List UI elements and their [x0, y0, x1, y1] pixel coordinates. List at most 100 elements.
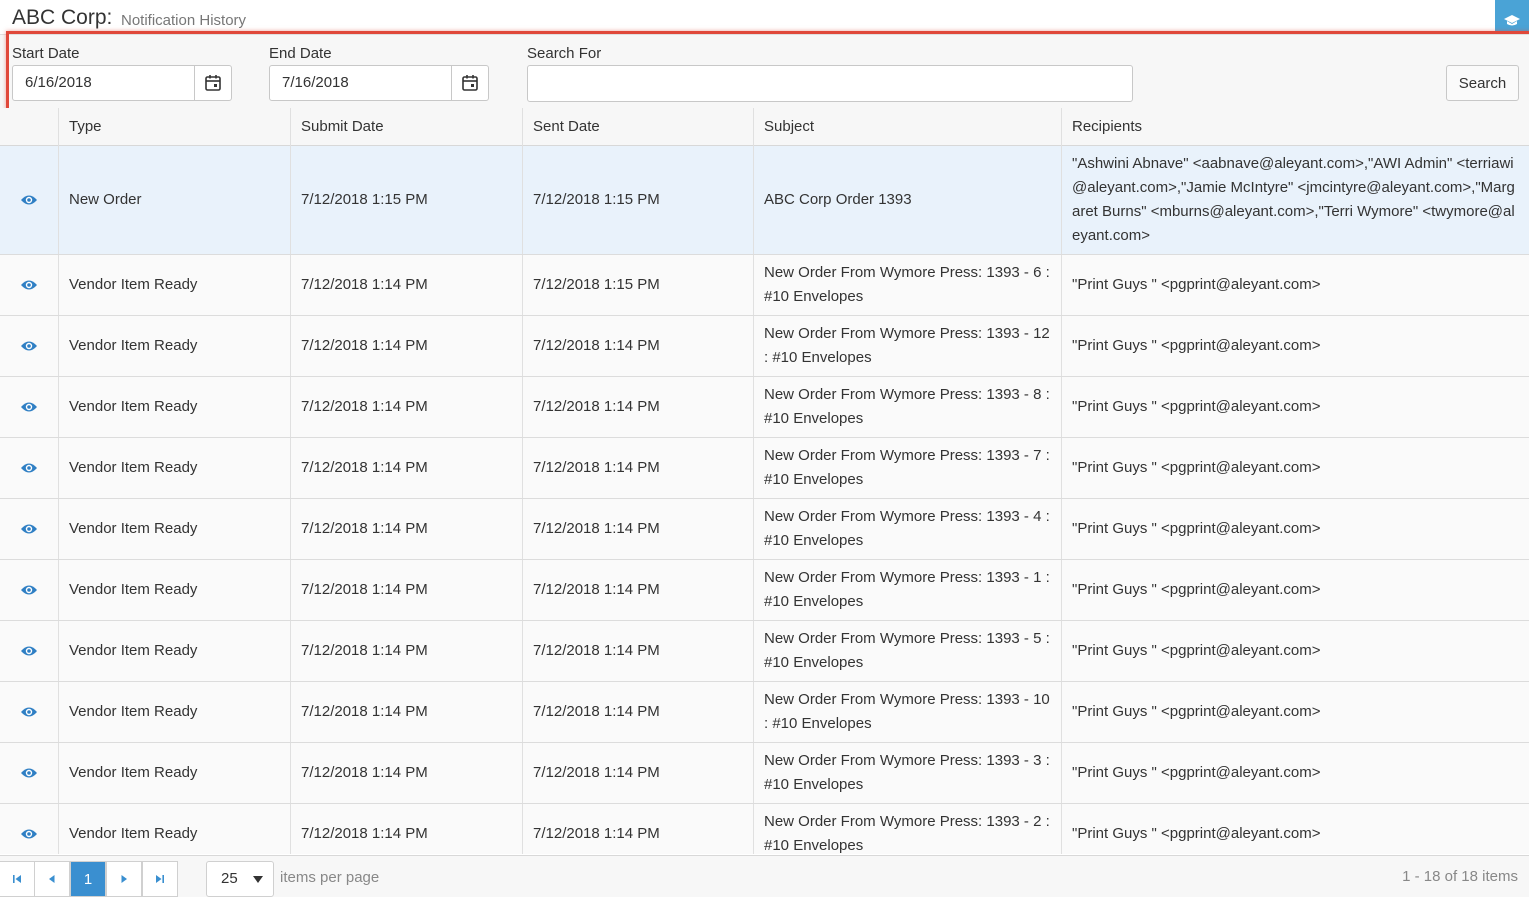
cell-subject-text: New Order From Wymore Press: 1393 - 5 : … [764, 630, 1050, 671]
cell-sent-date: 7/12/2018 1:14 PM [522, 682, 753, 742]
table-row[interactable]: Vendor Item Ready 7/12/2018 1:14 PM 7/12/2… [0, 682, 1529, 743]
row-view-cell[interactable] [0, 255, 58, 315]
page-size-select[interactable]: 25 [206, 861, 274, 897]
row-view-cell[interactable] [0, 146, 58, 254]
cell-submit-date: 7/12/2018 1:14 PM [290, 804, 522, 854]
cell-type-text: Vendor Item Ready [69, 642, 198, 659]
cell-type-text: Vendor Item Ready [69, 337, 198, 354]
cell-submit-date: 7/12/2018 1:14 PM [290, 743, 522, 803]
eye-icon[interactable] [20, 194, 38, 206]
start-date-picker[interactable]: 6/16/2018 [12, 65, 232, 101]
cell-sent-date: 7/12/2018 1:15 PM [522, 255, 753, 315]
table-row[interactable]: Vendor Item Ready 7/12/2018 1:14 PM 7/12/2… [0, 377, 1529, 438]
cell-recipients-text: "Print Guys " <pgprint@aleyant.com> [1072, 703, 1321, 720]
eye-icon[interactable] [20, 584, 38, 596]
cell-recipients-text: "Print Guys " <pgprint@aleyant.com> [1072, 276, 1321, 293]
cell-type-text: Vendor Item Ready [69, 703, 198, 720]
cell-type-text: Vendor Item Ready [69, 459, 198, 476]
cell-recipients-text: "Print Guys " <pgprint@aleyant.com> [1072, 520, 1321, 537]
cell-sent-date: 7/12/2018 1:14 PM [522, 499, 753, 559]
end-date-value[interactable]: 7/16/2018 [282, 74, 349, 91]
eye-icon[interactable] [20, 401, 38, 413]
search-for-label: Search For [527, 45, 602, 62]
column-header-submit-date[interactable]: Submit Date [290, 108, 522, 146]
cell-subject-text: New Order From Wymore Press: 1393 - 2 : … [764, 813, 1050, 854]
cell-recipients: "Print Guys " <pgprint@aleyant.com> [1061, 560, 1529, 620]
row-view-cell[interactable] [0, 560, 58, 620]
chevron-down-icon [253, 876, 263, 883]
eye-icon[interactable] [20, 340, 38, 352]
cell-submit-date-text: 7/12/2018 1:15 PM [301, 191, 428, 208]
cell-submit-date: 7/12/2018 1:14 PM [290, 438, 522, 498]
cell-submit-date: 7/12/2018 1:14 PM [290, 255, 522, 315]
cell-type: Vendor Item Ready [58, 377, 290, 437]
first-page-icon [13, 875, 21, 883]
cell-sent-date-text: 7/12/2018 1:14 PM [533, 825, 660, 842]
cell-recipients: "Print Guys " <pgprint@aleyant.com> [1061, 743, 1529, 803]
page-size-value: 25 [221, 870, 238, 887]
column-header-type[interactable]: Type [58, 108, 290, 146]
column-header-subject[interactable]: Subject [753, 108, 1061, 146]
cell-subject-text: New Order From Wymore Press: 1393 - 4 : … [764, 508, 1050, 549]
cell-sent-date-text: 7/12/2018 1:15 PM [533, 276, 660, 293]
eye-icon[interactable] [20, 645, 38, 657]
table-row[interactable]: Vendor Item Ready 7/12/2018 1:14 PM 7/12/2… [0, 255, 1529, 316]
row-view-cell[interactable] [0, 804, 58, 854]
table-row[interactable]: Vendor Item Ready 7/12/2018 1:14 PM 7/12/2… [0, 316, 1529, 377]
cell-type-text: Vendor Item Ready [69, 825, 198, 842]
row-view-cell[interactable] [0, 743, 58, 803]
cell-subject: New Order From Wymore Press: 1393 - 12 :… [753, 316, 1061, 376]
eye-icon[interactable] [20, 828, 38, 840]
table-row[interactable]: Vendor Item Ready 7/12/2018 1:14 PM 7/12/2… [0, 438, 1529, 499]
column-header-recipients[interactable]: Recipients [1061, 108, 1529, 146]
cell-type: Vendor Item Ready [58, 316, 290, 376]
search-button[interactable]: Search [1446, 65, 1519, 101]
table-row[interactable]: Vendor Item Ready 7/12/2018 1:14 PM 7/12/2… [0, 804, 1529, 854]
start-date-calendar-button[interactable] [194, 66, 231, 100]
table-row[interactable]: Vendor Item Ready 7/12/2018 1:14 PM 7/12/2… [0, 560, 1529, 621]
cell-submit-date: 7/12/2018 1:14 PM [290, 377, 522, 437]
company-name: ABC Corp: [12, 6, 113, 29]
column-header-sent-date[interactable]: Sent Date [522, 108, 753, 146]
row-view-cell[interactable] [0, 377, 58, 437]
eye-icon[interactable] [20, 767, 38, 779]
end-date-picker[interactable]: 7/16/2018 [269, 65, 489, 101]
eye-icon[interactable] [20, 279, 38, 291]
cell-submit-date-text: 7/12/2018 1:14 PM [301, 581, 428, 598]
search-input[interactable] [527, 65, 1133, 102]
cell-type-text: Vendor Item Ready [69, 398, 198, 415]
cell-recipients-text: "Print Guys " <pgprint@aleyant.com> [1072, 337, 1321, 354]
cell-recipients: "Print Guys " <pgprint@aleyant.com> [1061, 377, 1529, 437]
start-date-value[interactable]: 6/16/2018 [25, 74, 92, 91]
table-row[interactable]: Vendor Item Ready 7/12/2018 1:14 PM 7/12/2… [0, 621, 1529, 682]
eye-icon[interactable] [20, 523, 38, 535]
cell-submit-date: 7/12/2018 1:14 PM [290, 499, 522, 559]
next-page-button[interactable] [106, 861, 142, 897]
row-view-cell[interactable] [0, 438, 58, 498]
cell-type: Vendor Item Ready [58, 804, 290, 854]
cell-recipients: "Print Guys " <pgprint@aleyant.com> [1061, 682, 1529, 742]
table-row[interactable]: New Order 7/12/2018 1:15 PM 7/12/2018 1:15… [0, 146, 1529, 255]
page-1-button[interactable]: 1 [70, 861, 106, 897]
calendar-icon [462, 75, 478, 91]
cell-submit-date: 7/12/2018 1:14 PM [290, 316, 522, 376]
row-view-cell[interactable] [0, 621, 58, 681]
first-page-button[interactable] [0, 861, 35, 897]
row-view-cell[interactable] [0, 682, 58, 742]
next-page-icon [121, 875, 127, 883]
cell-recipients: "Print Guys " <pgprint@aleyant.com> [1061, 621, 1529, 681]
cell-type: New Order [58, 146, 290, 254]
last-page-button[interactable] [142, 861, 178, 897]
row-view-cell[interactable] [0, 316, 58, 376]
eye-icon[interactable] [20, 706, 38, 718]
cell-type: Vendor Item Ready [58, 743, 290, 803]
end-date-calendar-button[interactable] [451, 66, 488, 100]
eye-icon[interactable] [20, 462, 38, 474]
table-row[interactable]: Vendor Item Ready 7/12/2018 1:14 PM 7/12/2… [0, 743, 1529, 804]
table-row[interactable]: Vendor Item Ready 7/12/2018 1:14 PM 7/12/2… [0, 499, 1529, 560]
row-view-cell[interactable] [0, 499, 58, 559]
cell-subject: New Order From Wymore Press: 1393 - 8 : … [753, 377, 1061, 437]
cell-type: Vendor Item Ready [58, 499, 290, 559]
prev-page-button[interactable] [34, 861, 70, 897]
cell-recipients-text: "Print Guys " <pgprint@aleyant.com> [1072, 642, 1321, 659]
